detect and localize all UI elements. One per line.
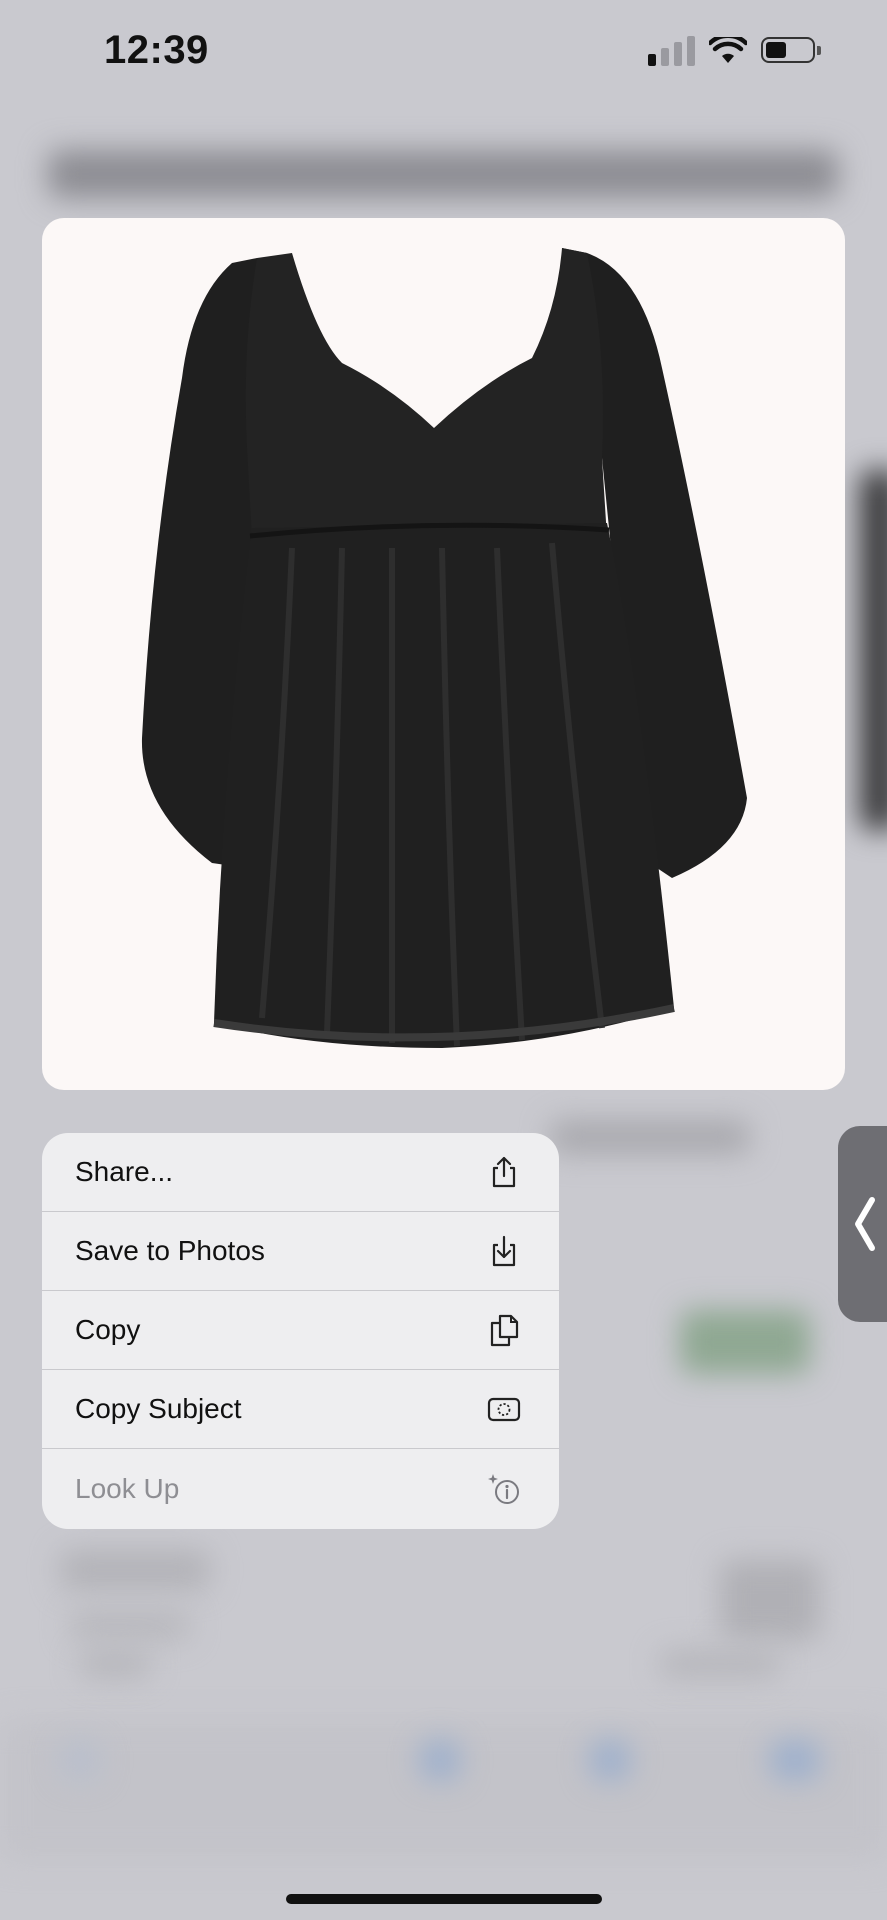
- copy-subject-icon: [487, 1397, 521, 1422]
- blurred-text: [550, 1120, 750, 1154]
- look-up-icon: [488, 1473, 519, 1504]
- menu-item-copy[interactable]: Copy: [42, 1291, 559, 1370]
- menu-item-copy-subject[interactable]: Copy Subject: [42, 1370, 559, 1449]
- blurred-icon: [590, 1740, 630, 1780]
- status-time: 12:39: [104, 28, 209, 72]
- menu-item-label: Look Up: [75, 1472, 180, 1504]
- blurred-thumb: [720, 1560, 820, 1640]
- blurred-edge: [860, 470, 887, 830]
- blurred-icon: [420, 1740, 460, 1780]
- dress-image: [141, 248, 747, 1048]
- copy-icon: [490, 1314, 519, 1347]
- home-indicator[interactable]: [286, 1894, 602, 1904]
- menu-item-label: Share...: [75, 1156, 174, 1187]
- blurred-header: [48, 150, 838, 198]
- blurred-text: [660, 1650, 780, 1678]
- battery-icon: [761, 37, 821, 65]
- cellular-signal-icon: [648, 36, 695, 66]
- menu-item-save-to-photos[interactable]: Save to Photos: [42, 1212, 559, 1291]
- status-icons: [648, 36, 821, 66]
- menu-item-label: Copy Subject: [75, 1393, 242, 1424]
- status-bar: 12:39: [0, 0, 887, 100]
- blurred-icon: [60, 1740, 100, 1780]
- menu-item-label: Save to Photos: [75, 1235, 265, 1266]
- context-menu: Share... Save to Photos Copy Copy Subjec…: [42, 1133, 559, 1529]
- share-icon: [492, 1156, 516, 1188]
- wifi-icon: [709, 37, 747, 63]
- side-panel-handle[interactable]: [838, 1126, 887, 1322]
- blurred-text: [60, 1550, 210, 1590]
- menu-item-label: Copy: [75, 1314, 141, 1345]
- save-to-photos-icon: [492, 1235, 516, 1267]
- photo-preview: [42, 218, 845, 1090]
- blurred-text: [80, 1650, 150, 1678]
- menu-item-look-up[interactable]: Look Up: [42, 1449, 559, 1528]
- menu-item-share[interactable]: Share...: [42, 1133, 559, 1212]
- blurred-badge: [680, 1310, 810, 1374]
- blurred-text: [70, 1610, 190, 1640]
- blurred-icon: [770, 1740, 820, 1780]
- chevron-left-icon: [855, 1197, 875, 1251]
